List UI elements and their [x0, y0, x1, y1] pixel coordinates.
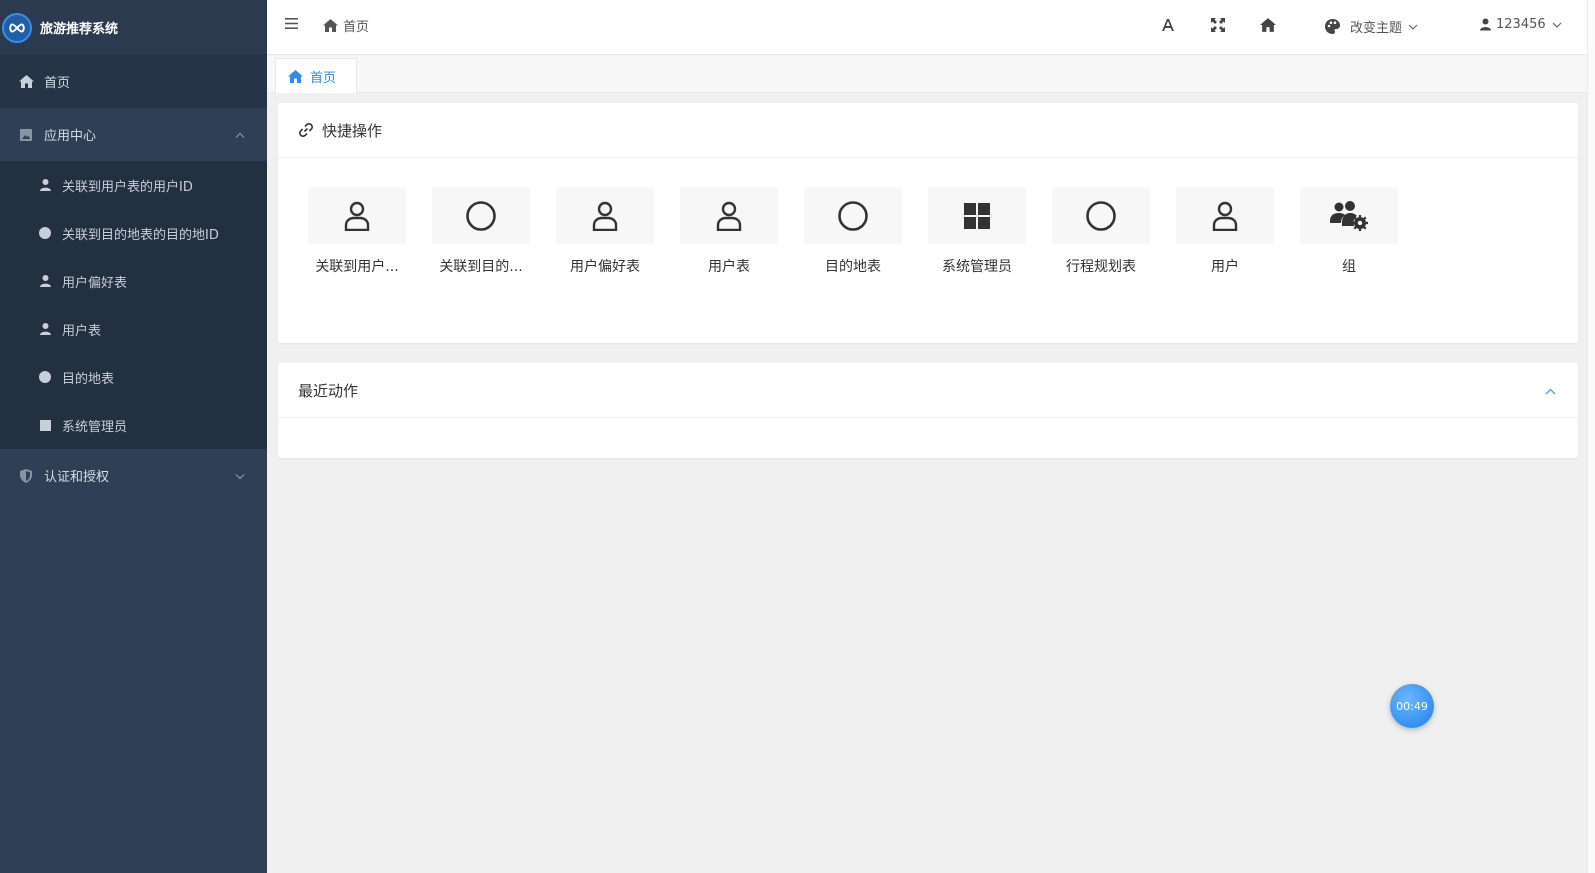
chevron-up-icon[interactable] — [1545, 381, 1556, 399]
theme-label: 改变主题 — [1350, 21, 1403, 36]
recent-actions-card: 最近动作 — [278, 363, 1578, 458]
home-icon — [323, 19, 338, 32]
fullscreen-icon[interactable] — [1211, 18, 1225, 36]
sidebar-item-label: 首页 — [44, 76, 71, 91]
user-outline-icon — [1176, 187, 1274, 244]
quick-action-item[interactable]: 关联到用户... — [308, 187, 432, 276]
chevron-down-icon — [1552, 22, 1562, 28]
quick-action-label: 系统管理员 — [942, 259, 1012, 275]
quick-action-item[interactable]: 行程规划表 — [1052, 187, 1176, 276]
sidebar-subitem-label: 系统管理员 — [62, 419, 128, 435]
quick-action-label: 行程规划表 — [1066, 259, 1136, 275]
grid-icon — [928, 187, 1026, 244]
user-icon — [1480, 18, 1491, 31]
quick-action-label: 关联到目的... — [439, 259, 523, 275]
sidebar-subitem-label: 用户表 — [62, 323, 102, 339]
timer-badge[interactable]: 00:49 — [1390, 684, 1434, 728]
sidebar-item-label: 应用中心 — [44, 129, 97, 144]
sidebar-item-home[interactable]: 首页 — [0, 55, 267, 108]
app-title: 旅游推荐系统 — [40, 22, 119, 37]
app-center-submenu: 关联到用户表的用户ID 关联到目的地表的目的地ID 用户偏好表 用户表 目的地表 — [0, 161, 267, 449]
home-icon[interactable] — [1260, 18, 1276, 36]
quick-actions-header: 快捷操作 — [278, 103, 1578, 158]
sidebar-subitem-label: 关联到用户表的用户ID — [62, 179, 193, 195]
font-size-icon[interactable] — [1161, 18, 1175, 36]
quick-action-label: 用户 — [1211, 259, 1239, 275]
circle-outline-icon — [804, 187, 902, 244]
sidebar-subitem-user-preference[interactable]: 用户偏好表 — [0, 257, 267, 305]
quick-actions-card: 快捷操作 关联到用户... 关联到目的... 用户偏好表 用户表 目的地表 系统… — [278, 103, 1578, 343]
recent-actions-header: 最近动作 — [278, 363, 1578, 418]
circle-icon — [38, 226, 52, 240]
theme-switcher[interactable]: 改变主题 — [1325, 17, 1428, 36]
chevron-down-icon — [235, 468, 245, 483]
sidebar-subitem-label: 目的地表 — [62, 371, 115, 387]
timer-value: 00:49 — [1396, 699, 1428, 713]
circle-icon — [38, 370, 52, 384]
infinity-logo-icon — [2, 12, 32, 43]
sidebar-subitem-system-admin[interactable]: 系统管理员 — [0, 401, 267, 449]
sidebar-subitem-destination-table[interactable]: 目的地表 — [0, 353, 267, 401]
sidebar-subitem-destination-id[interactable]: 关联到目的地表的目的地ID — [0, 209, 267, 257]
breadcrumb: 首页 — [323, 16, 369, 35]
card-title: 快捷操作 — [322, 121, 383, 140]
quick-action-label: 组 — [1342, 259, 1356, 275]
tab-label: 首页 — [310, 70, 337, 86]
user-outline-icon — [556, 187, 654, 244]
sidebar-item-auth[interactable]: 认证和授权 — [0, 449, 267, 502]
chevron-down-icon — [1408, 24, 1418, 30]
circle-outline-icon — [432, 187, 530, 244]
sidebar-subitem-label: 用户偏好表 — [62, 275, 128, 291]
square-icon — [38, 418, 52, 432]
home-icon — [18, 74, 34, 90]
sidebar: 旅游推荐系统 首页 应用中心 关联到用户表的用户ID 关联到目的地表的目的地ID — [0, 0, 267, 873]
username: 123456 — [1496, 17, 1546, 32]
quick-action-item[interactable]: 系统管理员 — [928, 187, 1052, 276]
sidebar-item-app-center[interactable]: 应用中心 — [0, 108, 267, 161]
sidebar-subitem-user-table[interactable]: 用户表 — [0, 305, 267, 353]
user-icon — [38, 322, 52, 336]
user-icon — [38, 178, 52, 192]
sidebar-item-label: 认证和授权 — [44, 470, 110, 485]
chevron-up-icon — [235, 127, 245, 142]
quick-action-label: 关联到用户... — [315, 259, 399, 275]
breadcrumb-item[interactable]: 首页 — [343, 16, 369, 35]
user-menu[interactable]: 123456 — [1480, 17, 1567, 32]
quick-action-item[interactable]: 组 — [1300, 187, 1424, 276]
quick-action-item[interactable]: 目的地表 — [804, 187, 928, 276]
card-title: 最近动作 — [298, 381, 359, 400]
quick-action-label: 目的地表 — [825, 259, 881, 275]
quick-action-label: 用户偏好表 — [570, 259, 640, 275]
menu-toggle-icon[interactable] — [285, 18, 298, 33]
palette-icon — [1325, 19, 1340, 34]
quick-action-item[interactable]: 用户 — [1176, 187, 1300, 276]
quick-action-label: 用户表 — [708, 259, 750, 275]
home-icon — [288, 69, 303, 83]
top-header: 首页 改变主题 123456 — [267, 0, 1587, 55]
tab-home[interactable]: 首页 — [275, 58, 357, 93]
scrollbar[interactable] — [1587, 0, 1595, 873]
user-icon — [38, 274, 52, 288]
user-outline-icon — [680, 187, 778, 244]
image-icon — [18, 127, 34, 143]
users-cog-icon — [1300, 187, 1398, 244]
quick-action-item[interactable]: 用户表 — [680, 187, 804, 276]
tab-bar: 首页 — [267, 55, 1587, 93]
sidebar-subitem-user-id[interactable]: 关联到用户表的用户ID — [0, 161, 267, 209]
sidebar-subitem-label: 关联到目的地表的目的地ID — [62, 227, 219, 243]
quick-actions-list: 关联到用户... 关联到目的... 用户偏好表 用户表 目的地表 系统管理员 行… — [308, 187, 1424, 276]
shield-icon — [18, 468, 34, 484]
link-icon — [299, 123, 313, 137]
quick-action-item[interactable]: 用户偏好表 — [556, 187, 680, 276]
circle-outline-icon — [1052, 187, 1150, 244]
user-outline-icon — [308, 187, 406, 244]
app-logo[interactable]: 旅游推荐系统 — [0, 0, 267, 55]
quick-action-item[interactable]: 关联到目的... — [432, 187, 556, 276]
